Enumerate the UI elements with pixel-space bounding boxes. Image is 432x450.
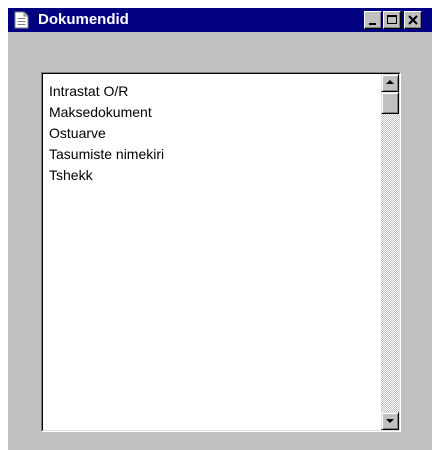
document-icon[interactable]: [14, 11, 30, 29]
maximize-button[interactable]: [383, 11, 401, 29]
arrow-up-icon: [386, 80, 394, 84]
arrow-down-icon: [386, 419, 394, 423]
vertical-scrollbar[interactable]: [381, 74, 399, 430]
minimize-icon: [369, 23, 376, 25]
scroll-up-button[interactable]: [381, 74, 399, 92]
window-title: Dokumendid: [38, 11, 129, 28]
maximize-icon: [387, 15, 397, 24]
document-list: Intrastat O/R Maksedokument Ostuarve Tas…: [49, 81, 164, 186]
dokumendid-window: Dokumendid Intrastat O/R Maksedokument O…: [8, 8, 432, 450]
list-item[interactable]: Maksedokument: [49, 102, 164, 123]
close-button[interactable]: [404, 11, 422, 29]
scroll-thumb[interactable]: [381, 92, 399, 114]
list-item[interactable]: Ostuarve: [49, 123, 164, 144]
document-list-box[interactable]: Intrastat O/R Maksedokument Ostuarve Tas…: [41, 72, 401, 432]
list-item[interactable]: Intrastat O/R: [49, 81, 164, 102]
minimize-button[interactable]: [364, 11, 382, 29]
list-item[interactable]: Tshekk: [49, 165, 164, 186]
list-item[interactable]: Tasumiste nimekiri: [49, 144, 164, 165]
close-icon: [408, 15, 418, 25]
scroll-down-button[interactable]: [381, 412, 399, 430]
title-bar[interactable]: Dokumendid: [8, 8, 432, 32]
document-list-area[interactable]: Intrastat O/R Maksedokument Ostuarve Tas…: [42, 73, 400, 431]
